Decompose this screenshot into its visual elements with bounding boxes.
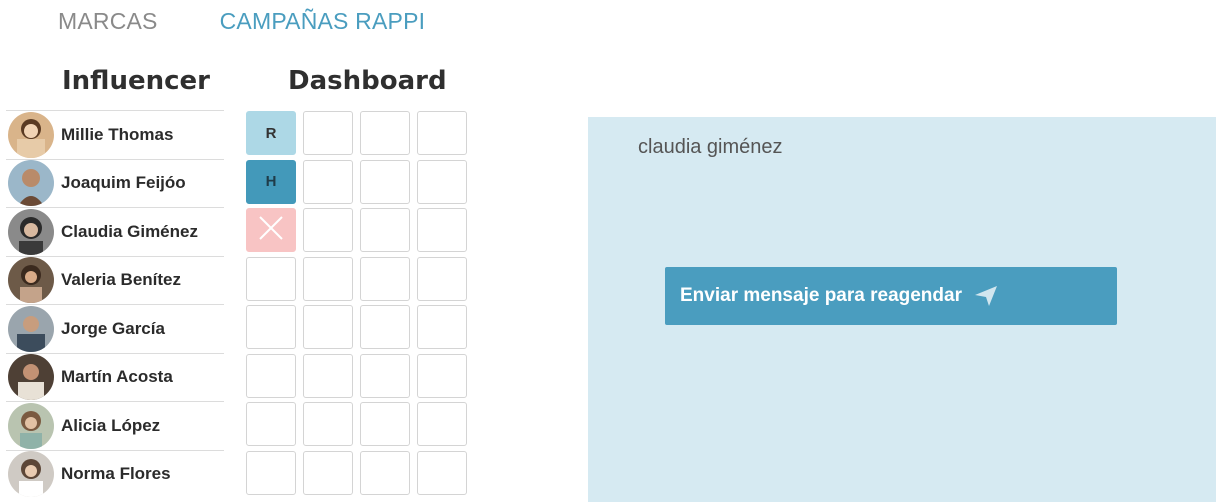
influencer-row[interactable]: Valeria Benítez [6,255,224,305]
avatar [8,208,54,255]
top-nav: MARCAS CAMPAÑAS RAPPI [58,8,425,35]
status-cell[interactable] [303,450,353,495]
avatar [8,402,54,449]
influencer-list: Millie Thomas Joaquim Feijóo Claudia Gim… [6,110,224,498]
influencer-name: Norma Flores [61,464,171,484]
selected-influencer-name: claudia giménez [638,136,783,158]
status-cell[interactable] [303,256,353,301]
influencer-name: Claudia Giménez [61,221,198,241]
avatar [8,451,54,498]
avatar [8,305,54,352]
status-cell[interactable] [246,402,296,446]
influencer-row[interactable]: Jorge García [6,304,224,353]
status-cell[interactable] [417,450,467,495]
send-reschedule-label: Enviar mensaje para reagendar [680,285,962,306]
send-reschedule-button[interactable]: Enviar mensaje para reagendar [665,267,1117,325]
influencer-name: Martín Acosta [61,367,173,387]
avatar [8,111,54,158]
status-cell[interactable] [246,305,296,349]
send-icon [974,285,998,307]
avatar [8,354,54,401]
status-cell[interactable] [360,450,410,495]
tab-campanas-rappi[interactable]: CAMPAÑAS RAPPI [220,8,426,35]
status-cell[interactable] [417,256,467,301]
avatar [8,257,54,304]
avatar [8,160,54,207]
status-cell[interactable] [417,353,467,398]
influencer-name: Millie Thomas [61,124,174,144]
status-cell-h[interactable]: H [246,159,296,204]
status-cell[interactable] [303,305,353,349]
status-cell[interactable] [303,159,353,204]
status-cell[interactable] [417,159,467,204]
influencer-heading: Influencer [62,66,210,96]
status-cell[interactable] [417,305,467,349]
influencer-name: Valeria Benítez [61,270,182,290]
influencer-name: Jorge García [61,318,165,338]
status-cell[interactable] [360,208,410,252]
status-cell[interactable] [360,353,410,398]
status-cell[interactable] [360,111,410,155]
status-cell[interactable] [417,111,467,155]
influencer-row[interactable]: Joaquim Feijóo [6,158,224,208]
status-cell[interactable] [303,402,353,446]
influencer-row[interactable]: Martín Acosta [6,352,224,402]
status-cell-cancelled[interactable] [246,208,296,252]
influencer-row[interactable]: Millie Thomas [6,110,224,159]
dashboard-grid: R H [246,111,467,495]
status-cell[interactable] [360,256,410,301]
status-cell[interactable] [417,208,467,252]
status-cell[interactable] [246,450,296,495]
detail-panel: claudia giménez Enviar mensaje para reag… [588,117,1216,502]
status-cell[interactable] [246,256,296,301]
status-cell[interactable] [360,159,410,204]
influencer-name: Joaquim Feijóo [61,173,186,193]
influencer-name: Alicia López [61,415,161,435]
status-cell[interactable] [303,208,353,252]
status-cell[interactable] [246,353,296,398]
status-cell[interactable] [303,353,353,398]
dashboard-heading: Dashboard [288,66,447,96]
status-cell[interactable] [360,305,410,349]
influencer-row[interactable]: Claudia Giménez [6,207,224,256]
status-cell[interactable] [360,402,410,446]
tab-marcas[interactable]: MARCAS [58,8,158,35]
influencer-row[interactable]: Norma Flores [6,449,224,499]
status-cell[interactable] [417,402,467,446]
influencer-row[interactable]: Alicia López [6,401,224,450]
status-cell-r[interactable]: R [246,111,296,155]
close-icon [258,215,284,245]
status-cell[interactable] [303,111,353,155]
